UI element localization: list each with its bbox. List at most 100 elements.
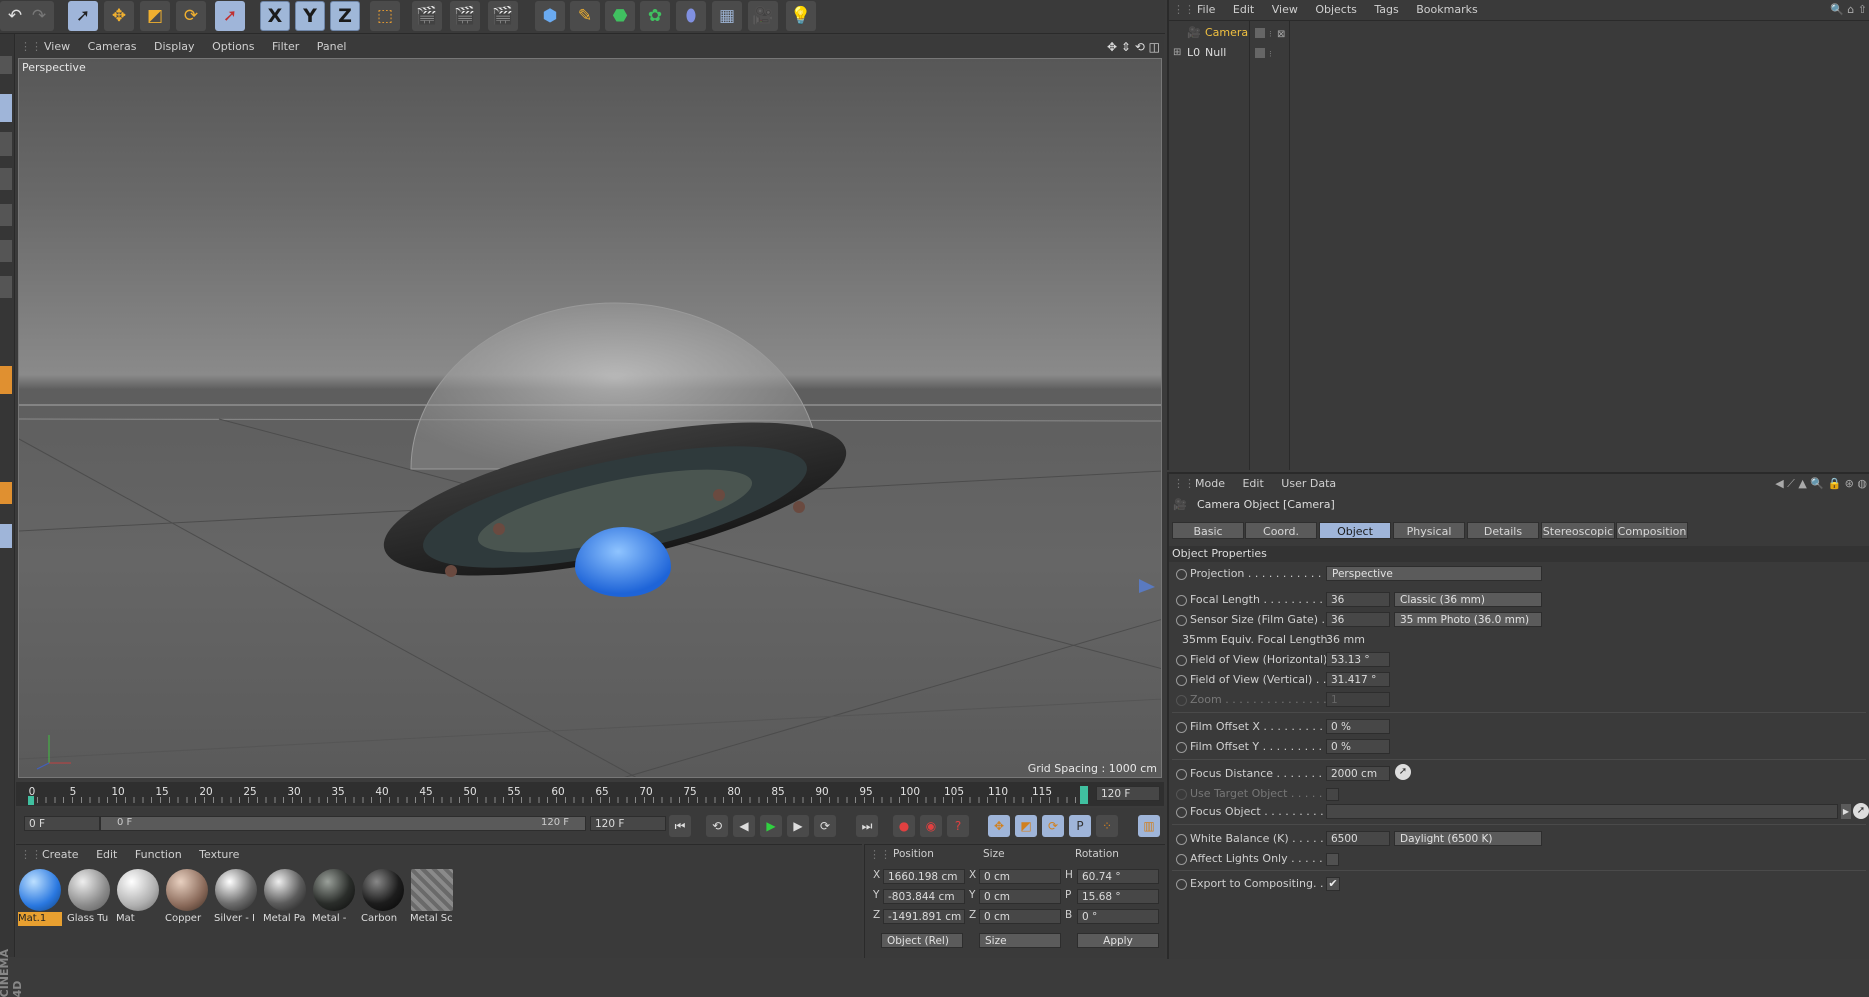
anim-dot[interactable] — [1176, 879, 1187, 890]
camera-icon[interactable]: 🎥 — [748, 1, 778, 31]
render-picture-viewer-icon[interactable]: 🎬 — [450, 1, 480, 31]
white-balance-field[interactable]: 6500 — [1326, 831, 1390, 846]
tab-object[interactable]: Object — [1319, 522, 1391, 539]
material-copper[interactable]: Copper — [165, 868, 209, 926]
enable-axis-icon[interactable] — [0, 366, 12, 394]
protection-tag-icon[interactable]: ⊠ — [1277, 26, 1285, 44]
menu-create[interactable]: Create — [42, 848, 79, 861]
render-view-icon[interactable]: 🎬 — [412, 1, 442, 31]
record-key-icon[interactable]: ● — [893, 815, 915, 837]
anim-dot[interactable] — [1176, 655, 1187, 666]
make-editable-icon[interactable] — [0, 56, 12, 74]
menu-cameras[interactable]: Cameras — [88, 36, 137, 58]
anim-dot[interactable] — [1176, 854, 1187, 865]
goto-start-icon[interactable]: ⏮ — [669, 815, 691, 837]
key-scale-icon[interactable]: ◩ — [1015, 815, 1037, 837]
focus-distance-field[interactable]: 2000 cm — [1326, 766, 1390, 781]
menu-filter[interactable]: Filter — [272, 36, 299, 58]
key-rotation-icon[interactable]: ⟳ — [1042, 815, 1064, 837]
tab-physical[interactable]: Physical — [1393, 522, 1465, 539]
goto-end-icon[interactable]: ⏭ — [856, 815, 878, 837]
step-forward-icon[interactable]: ▶ — [787, 815, 809, 837]
menu-tags[interactable]: Tags — [1374, 0, 1398, 20]
snap-icon[interactable] — [0, 482, 12, 504]
timeline-end-frame[interactable]: 120 F — [1096, 786, 1160, 801]
autokey-icon[interactable]: ◉ — [920, 815, 942, 837]
focal-length-field[interactable]: 36 — [1326, 592, 1390, 607]
white-balance-preset[interactable]: Daylight (6500 K) — [1394, 831, 1542, 846]
export-comp-checkbox[interactable]: ✔ — [1326, 877, 1340, 891]
film-offset-y-field[interactable]: 0 % — [1326, 739, 1390, 754]
anim-dot[interactable] — [1176, 742, 1187, 753]
material-metal[interactable]: Metal - — [312, 868, 356, 926]
anim-dot[interactable] — [1176, 569, 1187, 580]
floor-icon[interactable]: ▦ — [712, 1, 742, 31]
size-y-field[interactable]: 0 cm — [979, 889, 1061, 904]
menu-bookmarks[interactable]: Bookmarks — [1416, 0, 1477, 20]
expand-icon[interactable]: ⊞ — [1173, 44, 1181, 62]
anim-dot[interactable] — [1176, 615, 1187, 626]
material-silver[interactable]: Silver - I — [214, 868, 258, 926]
edges-mode-icon[interactable] — [0, 240, 12, 262]
material-metal-paint[interactable]: Metal Pa — [263, 868, 307, 926]
focus-object-pick-icon[interactable]: ➚ — [1853, 803, 1869, 819]
tab-stereoscopic[interactable]: Stereoscopic — [1541, 522, 1615, 539]
key-position-icon[interactable]: ✥ — [988, 815, 1010, 837]
scale-tool-icon[interactable]: ◩ — [140, 1, 170, 31]
menu-mode[interactable]: Mode — [1195, 474, 1225, 494]
subdivision-icon[interactable]: ⬣ — [605, 1, 635, 31]
focus-object-arrow-icon[interactable]: ▶ — [1841, 804, 1851, 819]
anim-dot[interactable] — [1176, 595, 1187, 606]
play-icon[interactable]: ▶ — [760, 815, 782, 837]
size-x-field[interactable]: 0 cm — [979, 869, 1061, 884]
menu-objects[interactable]: Objects — [1315, 0, 1357, 20]
cloner-icon[interactable]: ✿ — [640, 1, 670, 31]
anim-dot[interactable] — [1176, 769, 1187, 780]
visibility-toggle-icon[interactable] — [1255, 28, 1265, 38]
model-mode-icon[interactable] — [0, 94, 12, 122]
material-glass-tube[interactable]: Glass Tu — [67, 868, 111, 926]
material-mat1[interactable]: Mat.1 — [18, 868, 62, 926]
lock-icon[interactable] — [0, 524, 12, 548]
menu-panel[interactable]: Panel — [317, 36, 347, 58]
sensor-size-field[interactable]: 36 — [1326, 612, 1390, 627]
timeline-window-icon[interactable]: ▥ — [1138, 815, 1160, 837]
texture-mode-icon[interactable] — [0, 132, 12, 156]
affect-lights-checkbox[interactable] — [1326, 853, 1339, 866]
rot-p-field[interactable]: 15.68 ° — [1077, 889, 1159, 904]
object-row-null[interactable]: ⊞ L0 Null ⁝ — [1169, 44, 1869, 62]
material-carbon[interactable]: Carbon — [361, 868, 405, 926]
viewport-nav-icons[interactable]: ✥ ⇕ ⟲ ◫ — [1107, 36, 1160, 58]
goto-next-key-icon[interactable]: ⟳ — [814, 815, 836, 837]
key-pla-icon[interactable]: ⁘ — [1096, 815, 1118, 837]
polygons-mode-icon[interactable] — [0, 276, 12, 298]
step-back-icon[interactable]: ◀ — [733, 815, 755, 837]
menu-view[interactable]: View — [44, 36, 70, 58]
render-toggle-icon[interactable]: ⁝ — [1269, 46, 1272, 64]
current-frame-field[interactable]: 0 F — [24, 816, 100, 831]
menu-file[interactable]: File — [1197, 0, 1215, 20]
fov-horizontal-field[interactable]: 53.13 ° — [1326, 652, 1390, 667]
film-offset-x-field[interactable]: 0 % — [1326, 719, 1390, 734]
coord-mode-dropdown[interactable]: Object (Rel) — [881, 933, 963, 948]
pos-y-field[interactable]: -803.844 cm — [883, 889, 965, 904]
cube-icon[interactable]: ⬢ — [535, 1, 565, 31]
rotate-tool-icon[interactable]: ⟳ — [176, 1, 206, 31]
menu-edit[interactable]: Edit — [96, 848, 117, 861]
tab-details[interactable]: Details — [1467, 522, 1539, 539]
apply-button[interactable]: Apply — [1077, 933, 1159, 948]
material-metal-scratch[interactable]: Metal Sc — [410, 868, 454, 926]
size-z-field[interactable]: 0 cm — [979, 909, 1061, 924]
render-settings-icon[interactable]: 🎬 — [488, 1, 518, 31]
size-mode-dropdown[interactable]: Size — [979, 933, 1061, 948]
am-nav-icons[interactable]: ◀ ⟋ ▲ 🔍 🔒 ⊛ ◍ — [1775, 474, 1867, 494]
menu-edit[interactable]: Edit — [1233, 0, 1254, 20]
menu-user-data[interactable]: User Data — [1281, 474, 1336, 494]
projection-dropdown[interactable]: Perspective — [1326, 566, 1542, 581]
menu-texture[interactable]: Texture — [199, 848, 239, 861]
focus-object-link[interactable] — [1326, 804, 1838, 819]
object-row-camera[interactable]: 🎥 Camera ⁝ ⊠ — [1169, 24, 1869, 42]
goto-prev-key-icon[interactable]: ⟲ — [706, 815, 728, 837]
om-nav-icons[interactable]: 🔍 ⌂ ⇧ — [1830, 0, 1867, 20]
anim-dot[interactable] — [1176, 807, 1187, 818]
